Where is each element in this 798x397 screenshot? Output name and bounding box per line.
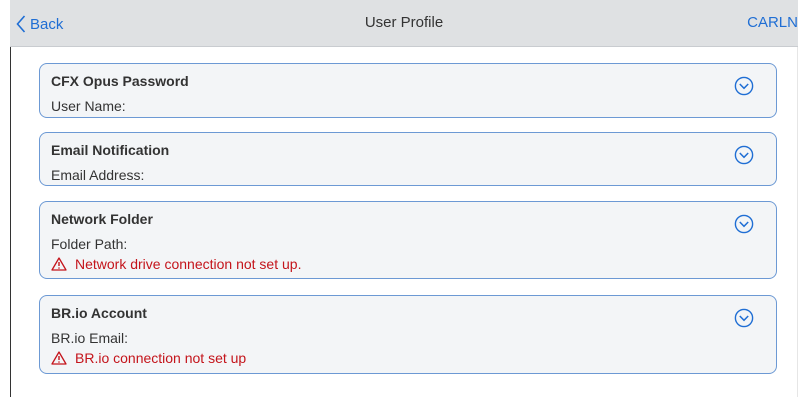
left-divider [10, 47, 11, 397]
chevron-down-circle-icon[interactable] [734, 214, 754, 234]
current-user-link[interactable]: CARLN [747, 14, 798, 31]
chevron-down-circle-icon[interactable] [734, 145, 754, 165]
warning-triangle-icon [51, 351, 67, 365]
card-title: BR.io Account [51, 305, 147, 321]
card-field-label: Folder Path: [51, 236, 128, 252]
chevron-down-circle-icon[interactable] [734, 308, 754, 328]
warning-message: BR.io connection not set up [51, 350, 246, 366]
card-title: Email Notification [51, 142, 170, 158]
card-field-label: BR.io Email: [51, 330, 129, 346]
top-bar: Back User Profile CARLN [10, 0, 798, 47]
warning-text: Network drive connection not set up. [75, 256, 302, 272]
card-title: Network Folder [51, 211, 153, 227]
warning-triangle-icon [51, 257, 67, 271]
card-title: CFX Opus Password [51, 73, 189, 89]
card-brio-account[interactable]: BR.io Account BR.io Email: BR.io connect… [39, 295, 777, 374]
card-field-label: Email Address: [51, 167, 145, 183]
card-network-folder[interactable]: Network Folder Folder Path: Network driv… [39, 201, 777, 279]
card-cfx-opus-password[interactable]: CFX Opus Password User Name: [39, 63, 777, 118]
warning-message: Network drive connection not set up. [51, 256, 301, 272]
chevron-down-circle-icon[interactable] [734, 76, 754, 96]
page-title: User Profile [364, 14, 444, 31]
warning-text: BR.io connection not set up [75, 350, 247, 366]
card-email-notification[interactable]: Email Notification Email Address: [39, 132, 777, 186]
card-field-label: User Name: [51, 98, 126, 114]
